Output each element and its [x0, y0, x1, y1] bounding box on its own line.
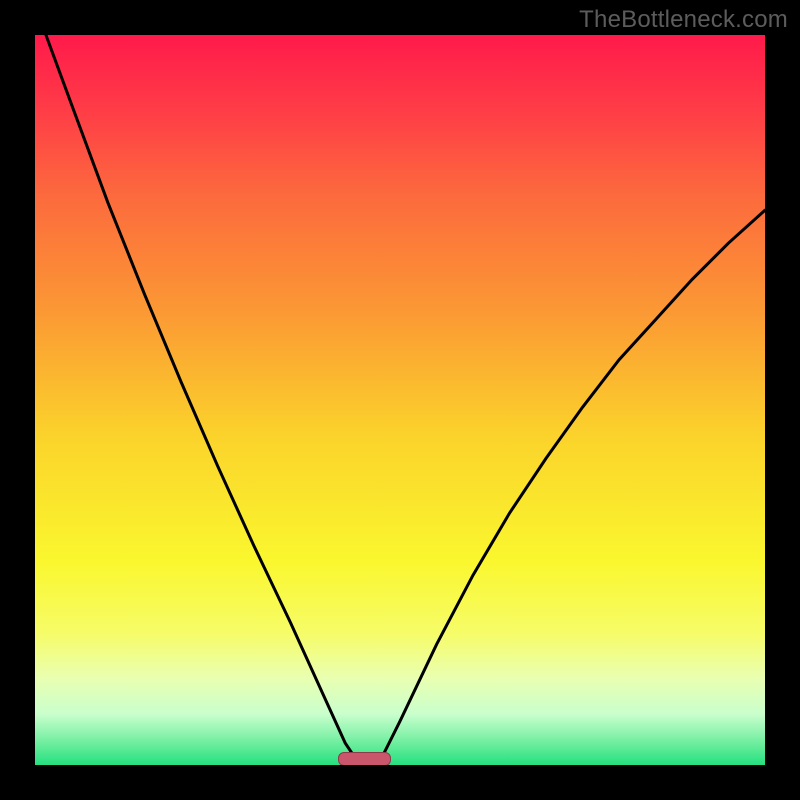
optimal-range-marker: [338, 752, 391, 765]
chart-frame: TheBottleneck.com: [0, 0, 800, 800]
bottleneck-curves: [35, 35, 765, 765]
plot-area: [35, 35, 765, 765]
curve-left: [46, 35, 360, 765]
curve-right: [378, 210, 765, 765]
watermark-text: TheBottleneck.com: [579, 6, 788, 34]
